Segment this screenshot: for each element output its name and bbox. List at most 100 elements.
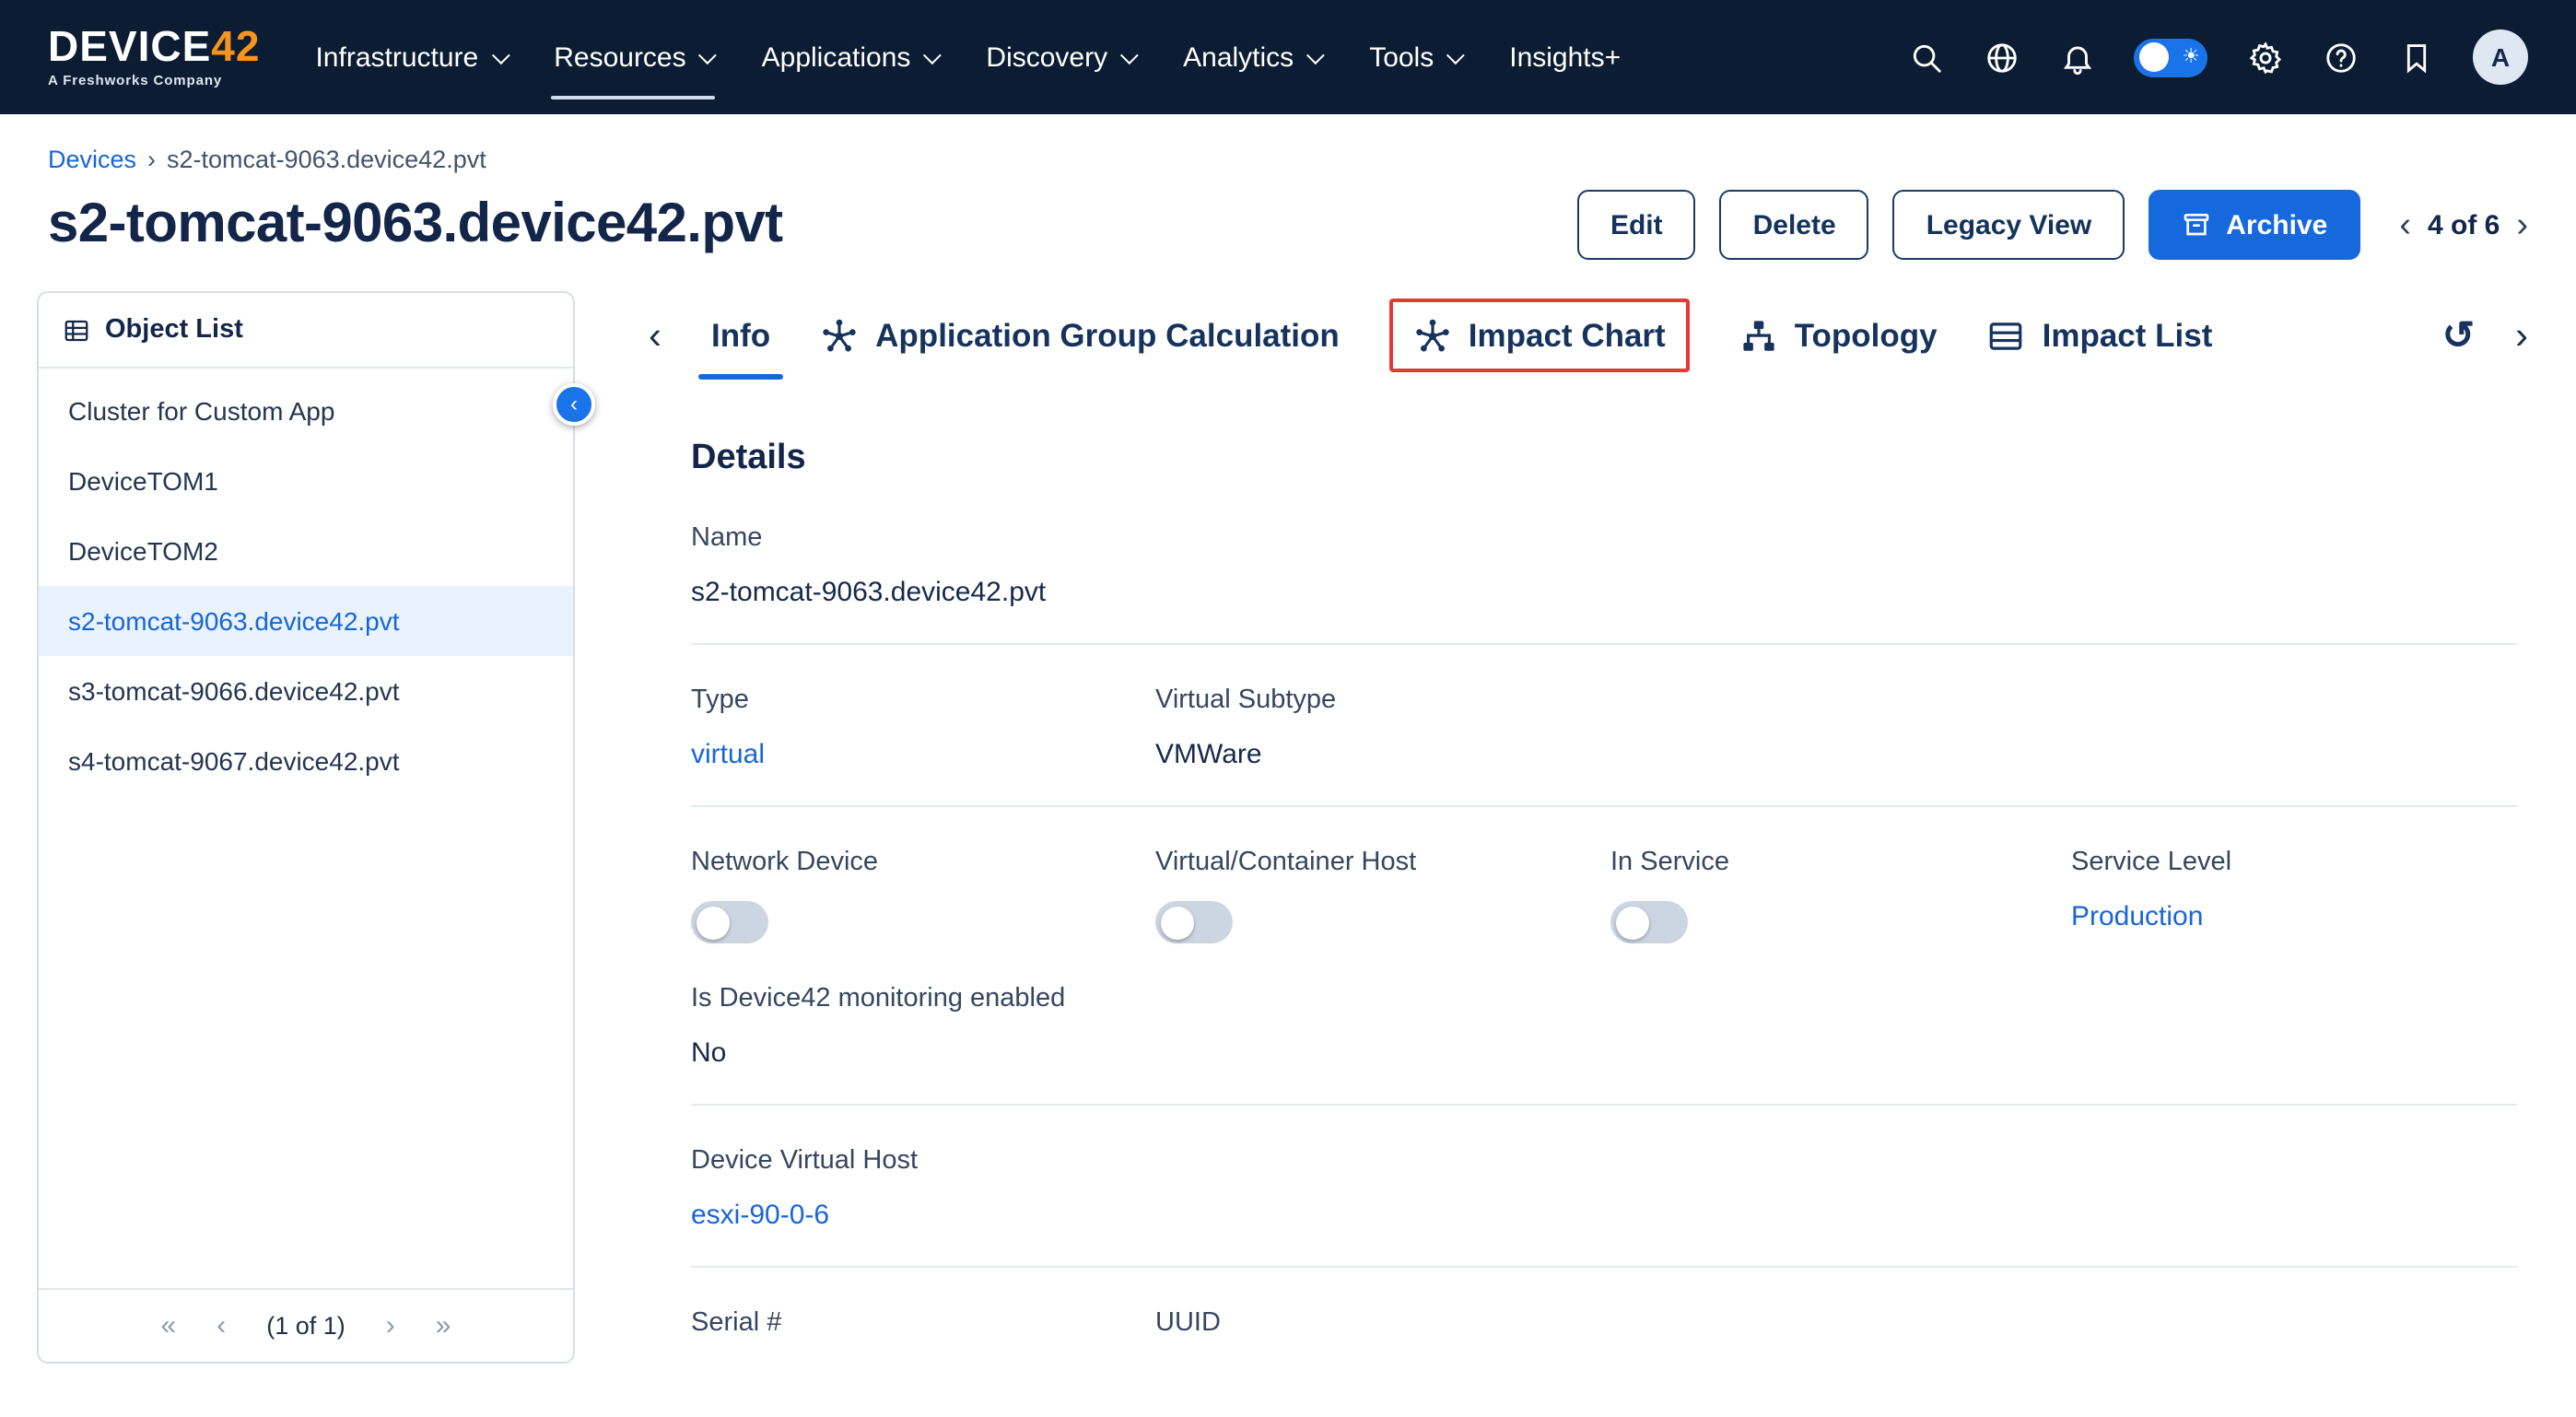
virtual-container-host-toggle[interactable] [1155,901,1233,943]
object-list-icon [63,316,90,344]
menu-resources[interactable]: Resources [554,30,711,84]
device42-logo[interactable]: DEVICE42 A Freshworks Company [48,27,260,88]
toggle-knob [2138,42,2168,72]
theme-toggle[interactable]: ☀ [2134,38,2207,76]
edit-button[interactable]: Edit [1577,190,1696,260]
field-row-type: Type virtual Virtual Subtype VMWare [691,685,2517,770]
archive-icon [2182,210,2211,240]
object-list-items: Cluster for Custom App DeviceTOM1 Device… [39,369,573,796]
prev-page-icon[interactable]: ‹ [217,1312,226,1340]
field-row-serial-uuid: Serial # UUID [691,1308,2517,1362]
in-service-toggle[interactable] [1610,901,1688,943]
hub-nodes-icon [1413,316,1452,355]
sidebar-collapse-button[interactable]: ‹ [553,383,595,426]
record-pager: ‹ 4 of 6 › [2399,207,2528,242]
tab-impact-list[interactable]: Impact List [1987,291,2213,380]
name-label: Name [691,523,2517,553]
list-item-selected[interactable]: s2-tomcat-9063.device42.pvt [39,586,573,656]
tab-bar-end: ↺ › [2442,316,2528,355]
logo-accent: 42 [211,23,260,71]
divider [691,1266,2517,1268]
network-device-label: Network Device [691,848,1155,877]
tabs-scroll-left-icon[interactable]: ‹ [649,316,662,355]
list-item[interactable]: DeviceTOM2 [39,516,573,586]
service-level-value-link[interactable]: Production [2071,901,2517,932]
object-list-header: Object List [39,293,573,369]
type-value-link[interactable]: virtual [691,739,1155,770]
type-label: Type [691,685,1155,715]
chevron-down-icon [923,45,942,64]
breadcrumb-separator: › [147,146,156,173]
field-in-service: In Service [1610,848,2071,943]
top-navigation: DEVICE42 A Freshworks Company Infrastruc… [0,0,2576,114]
globe-icon[interactable] [1983,39,2020,76]
tabs-scroll-right-icon[interactable]: › [2515,316,2528,355]
list-item[interactable]: Cluster for Custom App [39,376,573,446]
menu-insights[interactable]: Insights+ [1509,30,1621,84]
list-item[interactable]: s4-tomcat-9067.device42.pvt [39,726,573,796]
prev-record-icon[interactable]: ‹ [2399,207,2411,242]
object-list-title: Object List [105,315,243,345]
legacy-view-button[interactable]: Legacy View [1893,190,2125,260]
bookmark-icon[interactable] [2397,39,2434,76]
nav-utilities: ☀ A [1907,29,2528,85]
tab-info[interactable]: Info [711,291,770,380]
divider [691,643,2517,645]
sun-icon: ☀ [2182,47,2200,67]
hub-nodes-icon [820,316,859,355]
list-item[interactable]: DeviceTOM1 [39,446,573,516]
delete-button[interactable]: Delete [1720,190,1869,260]
field-device-virtual-host: Device Virtual Host esxi-90-0-6 [691,1146,2517,1231]
next-page-icon[interactable]: › [386,1312,395,1340]
sitemap-icon [1739,316,1778,355]
network-device-toggle[interactable] [691,901,768,943]
page-title: s2-tomcat-9063.device42.pvt [48,193,783,256]
tab-bar: ‹ Info Application Group Calculation Imp… [649,291,2528,380]
menu-applications[interactable]: Applications [762,30,937,84]
settings-gear-icon[interactable] [2246,39,2283,76]
menu-infrastructure[interactable]: Infrastructure [315,30,504,84]
details-heading: Details [691,439,2517,479]
breadcrumb-current: s2-tomcat-9063.device42.pvt [167,146,486,173]
breadcrumb-devices-link[interactable]: Devices [48,146,136,173]
menu-analytics[interactable]: Analytics [1183,30,1319,84]
field-uuid: UUID [1155,1308,2517,1362]
main-panel: ‹ Info Application Group Calculation Imp… [575,291,2576,1362]
field-virtual-subtype: Virtual Subtype VMWare [1155,685,2517,770]
field-virtual-container-host: Virtual/Container Host [1155,848,1610,943]
tab-application-group-calculation[interactable]: Application Group Calculation [820,291,1340,380]
tab-impact-chart[interactable]: Impact Chart [1389,299,1690,372]
menu-tools[interactable]: Tools [1369,30,1459,84]
archive-button[interactable]: Archive [2149,190,2360,260]
next-record-icon[interactable]: › [2516,207,2528,242]
virtual-container-host-label: Virtual/Container Host [1155,848,1610,877]
monitoring-label: Is Device42 monitoring enabled [691,984,2517,1013]
record-position: 4 of 6 [2428,209,2500,240]
device-virtual-host-value-link[interactable]: esxi-90-0-6 [691,1200,2517,1231]
monitoring-value: No [691,1037,2517,1069]
chevron-down-icon [1306,45,1325,64]
help-icon[interactable] [2322,39,2359,76]
content: Object List Cluster for Custom App Devic… [0,291,2576,1364]
user-avatar[interactable]: A [2473,29,2528,85]
first-page-icon[interactable]: « [161,1312,177,1340]
header-actions: Edit Delete Legacy View Archive ‹ 4 of 6… [1577,190,2528,260]
history-icon[interactable]: ↺ [2442,316,2475,355]
main-menu: Infrastructure Resources Applications Di… [315,30,1621,84]
in-service-label: In Service [1610,848,2071,877]
serial-label: Serial # [691,1308,1155,1338]
logo-text: DEVICE42 [48,27,260,69]
name-value: s2-tomcat-9063.device42.pvt [691,577,2517,608]
page-position: (1 of 1) [266,1312,345,1340]
last-page-icon[interactable]: » [436,1312,451,1340]
tab-topology[interactable]: Topology [1739,291,1938,380]
page-header: s2-tomcat-9063.device42.pvt Edit Delete … [0,190,2576,260]
list-item[interactable]: s3-tomcat-9066.device42.pvt [39,656,573,726]
search-icon[interactable] [1907,39,1944,76]
field-name: Name s2-tomcat-9063.device42.pvt [691,523,2517,608]
notifications-bell-icon[interactable] [2058,39,2095,76]
chevron-down-icon [699,45,718,64]
field-type: Type virtual [691,685,1155,770]
logo-subtitle: A Freshworks Company [48,75,260,88]
menu-discovery[interactable]: Discovery [986,30,1133,84]
